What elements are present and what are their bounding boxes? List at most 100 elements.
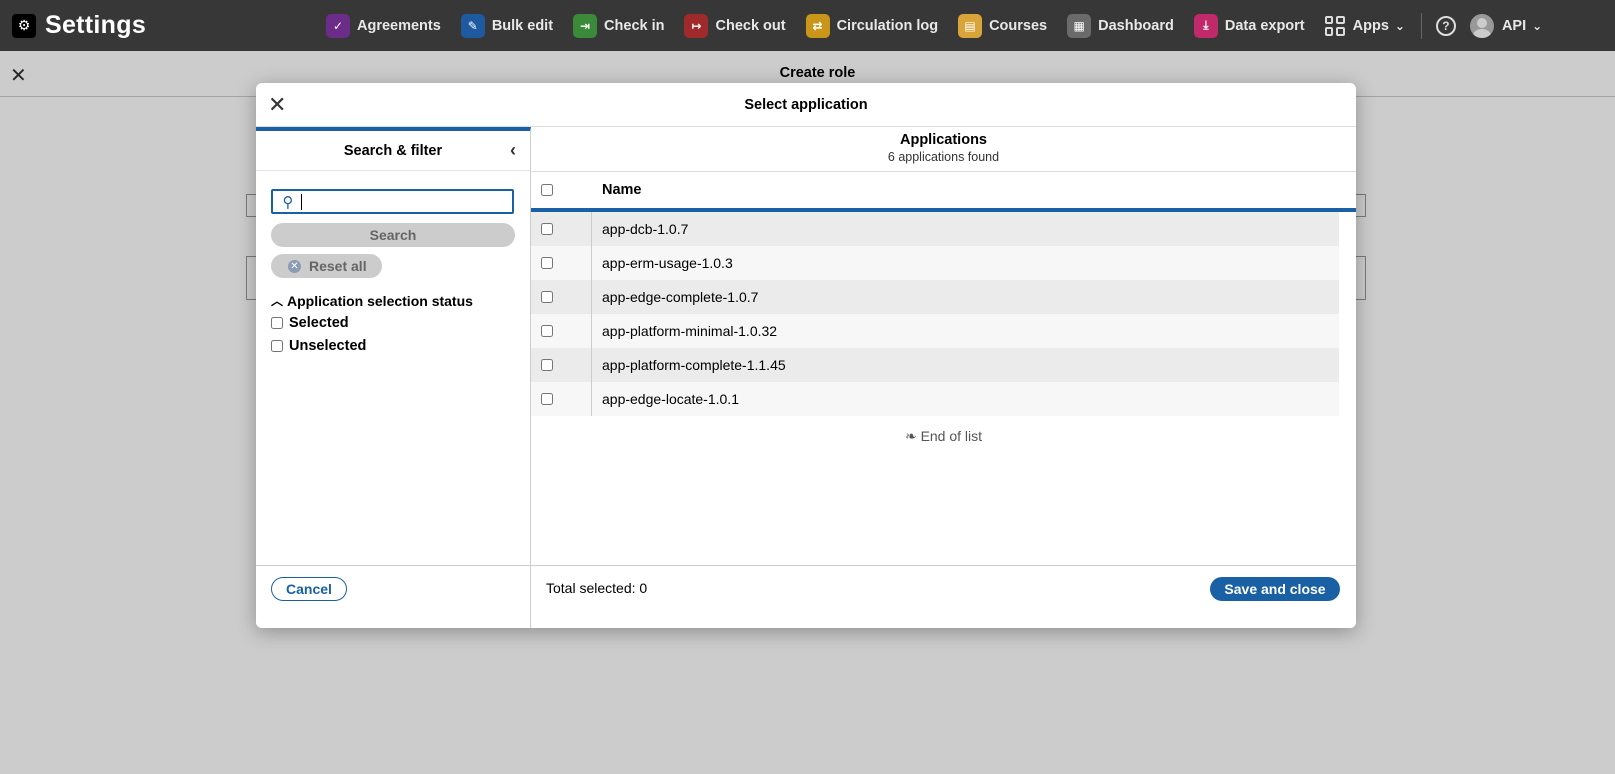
row-name: app-edge-complete-1.0.7 xyxy=(602,289,759,305)
select-all-checkbox[interactable] xyxy=(541,184,553,196)
chevron-up-icon: ︿ xyxy=(271,294,284,308)
row-name: app-erm-usage-1.0.3 xyxy=(602,255,733,271)
row-name: app-dcb-1.0.7 xyxy=(602,221,689,237)
collapse-icon[interactable]: ‹ xyxy=(510,140,516,161)
user-menu[interactable]: API ⌄ xyxy=(1469,13,1543,38)
row-checkbox-cell xyxy=(531,280,592,314)
nav-label: Dashboard xyxy=(1098,17,1174,34)
table-row[interactable]: app-edge-complete-1.0.7 xyxy=(531,280,1339,314)
row-checkbox-cell xyxy=(531,348,592,382)
apps-label: Apps xyxy=(1352,17,1389,34)
apps-grid-icon xyxy=(1324,15,1345,36)
total-selected: Total selected: 0 xyxy=(546,580,648,596)
row-checkbox[interactable] xyxy=(541,291,553,303)
user-label: API xyxy=(1501,17,1527,34)
results-count: 6 applications found xyxy=(887,150,1000,164)
app-title-text: Settings xyxy=(45,11,147,39)
table-row[interactable]: app-dcb-1.0.7 xyxy=(531,212,1339,246)
search-filter-pane: Search & filter ‹ ⚲ Search ✕ Reset all ︿… xyxy=(256,127,531,565)
accordion-application-selection-status[interactable]: ︿ Application selection status xyxy=(271,292,473,309)
results-header: Applications 6 applications found xyxy=(531,127,1356,172)
search-field[interactable]: ⚲ xyxy=(271,189,514,214)
app-nav: ✓ Agreements ✎ Bulk edit ⇥ Check in ↦ Ch… xyxy=(316,0,1542,51)
nav-dashboard[interactable]: ▦ Dashboard xyxy=(1057,0,1184,51)
nav-label: Check in xyxy=(604,17,665,34)
end-of-list: ❧ End of list xyxy=(531,428,1356,445)
nav-agreements[interactable]: ✓ Agreements xyxy=(316,0,451,51)
row-checkbox[interactable] xyxy=(541,359,553,371)
search-input[interactable] xyxy=(302,191,512,212)
reset-all-label: Reset all xyxy=(309,258,367,274)
row-name: app-platform-complete-1.1.45 xyxy=(602,357,786,373)
results-title: Applications xyxy=(899,132,987,148)
nav-check-out[interactable]: ↦ Check out xyxy=(674,0,795,51)
nav-divider xyxy=(1420,12,1422,39)
table-row[interactable]: app-platform-minimal-1.0.32 xyxy=(531,314,1339,348)
nav-label: Data export xyxy=(1224,17,1305,34)
select-application-modal: ✕ Select application Search & filter ‹ ⚲… xyxy=(256,83,1356,628)
row-checkbox[interactable] xyxy=(541,223,553,235)
app-title[interactable]: ⚙ Settings xyxy=(0,11,300,40)
column-header-name[interactable]: Name xyxy=(592,182,642,198)
filter-option-selected[interactable]: Selected xyxy=(271,315,349,331)
selected-checkbox[interactable] xyxy=(271,317,283,329)
table-row[interactable]: app-erm-usage-1.0.3 xyxy=(531,246,1339,280)
select-all-cell xyxy=(531,184,592,196)
footer-left: Cancel xyxy=(256,566,531,628)
row-checkbox-cell xyxy=(531,314,592,348)
close-icon[interactable]: ✕ xyxy=(268,92,286,118)
nav-courses[interactable]: ▤ Courses xyxy=(948,0,1057,51)
end-of-list-label: End of list xyxy=(920,428,983,444)
nav-label: Agreements xyxy=(357,17,441,34)
reset-all-button[interactable]: ✕ Reset all xyxy=(271,254,382,278)
table-row[interactable]: app-platform-complete-1.1.45 xyxy=(531,348,1339,382)
row-checkbox[interactable] xyxy=(541,325,553,337)
courses-icon: ▤ xyxy=(958,13,983,38)
gear-icon: ⚙ xyxy=(12,13,36,38)
row-checkbox[interactable] xyxy=(541,393,553,405)
nav-label: Courses xyxy=(989,17,1048,34)
top-navigation: ⚙ Settings ✓ Agreements ✎ Bulk edit ⇥ Ch… xyxy=(0,0,1615,51)
table-header: Name xyxy=(531,172,1356,212)
apps-menu-button[interactable]: Apps ⌄ xyxy=(1315,0,1415,51)
save-and-close-button[interactable]: Save and close xyxy=(1210,577,1340,601)
nav-bulk-edit[interactable]: ✎ Bulk edit xyxy=(451,0,563,51)
search-icon: ⚲ xyxy=(282,193,294,211)
agreements-icon: ✓ xyxy=(326,13,350,38)
nav-check-in[interactable]: ⇥ Check in xyxy=(563,0,674,51)
row-checkbox[interactable] xyxy=(541,257,553,269)
modal-header: ✕ Select application xyxy=(256,83,1356,127)
modal-title: Select application xyxy=(744,97,868,113)
unselected-checkbox[interactable] xyxy=(271,340,283,352)
chevron-down-icon: ⌄ xyxy=(1532,18,1543,33)
filter-pane-title: Search & filter xyxy=(343,142,443,159)
dashboard-icon: ▦ xyxy=(1067,13,1092,38)
nav-label: Bulk edit xyxy=(491,17,554,34)
check-out-icon: ↦ xyxy=(684,13,709,38)
nav-data-export[interactable]: ⤓ Data export xyxy=(1184,0,1315,51)
avatar xyxy=(1469,13,1494,38)
modal-footer: Cancel Total selected: 0 Save and close xyxy=(256,565,1356,628)
bulk-edit-icon: ✎ xyxy=(460,13,485,38)
table-row[interactable]: app-edge-locate-1.0.1 xyxy=(531,382,1339,416)
help-icon[interactable]: ? xyxy=(1435,15,1456,36)
nav-circulation-log[interactable]: ⇄ Circulation log xyxy=(796,0,949,51)
row-checkbox-cell xyxy=(531,212,592,246)
filter-option-label: Unselected xyxy=(289,338,367,354)
data-export-icon: ⤓ xyxy=(1193,13,1218,38)
table-body: app-dcb-1.0.7 app-erm-usage-1.0.3 app-ed… xyxy=(531,212,1356,416)
end-of-list-icon: ❧ xyxy=(904,428,917,444)
circulation-log-icon: ⇄ xyxy=(805,13,830,38)
accordion-title: Application selection status xyxy=(287,292,473,309)
row-checkbox-cell xyxy=(531,382,592,416)
cancel-button[interactable]: Cancel xyxy=(271,577,347,601)
clear-icon: ✕ xyxy=(288,259,301,273)
filter-pane-header: Search & filter ‹ xyxy=(256,131,530,171)
row-name: app-edge-locate-1.0.1 xyxy=(602,391,739,407)
filter-option-unselected[interactable]: Unselected xyxy=(271,338,366,354)
search-button[interactable]: Search xyxy=(271,223,515,247)
nav-label: Check out xyxy=(715,17,786,34)
chevron-down-icon: ⌄ xyxy=(1394,18,1405,33)
filter-option-label: Selected xyxy=(289,315,349,331)
applications-results-pane: Applications 6 applications found Name a… xyxy=(531,127,1356,565)
